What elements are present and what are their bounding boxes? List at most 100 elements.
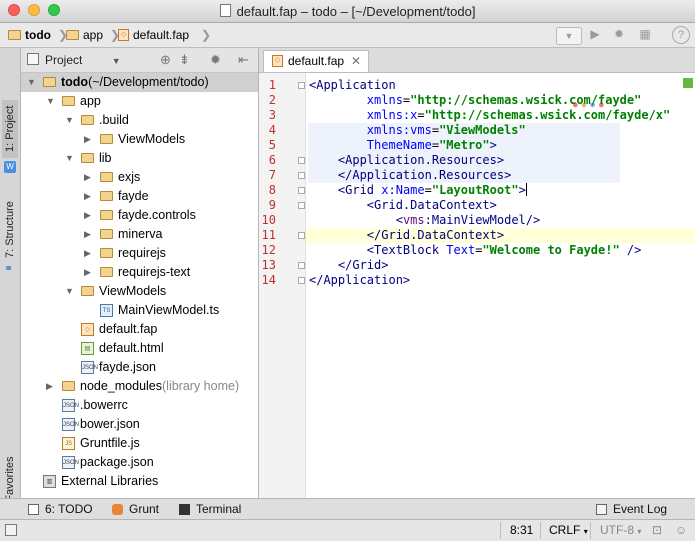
help-icon[interactable]: ? bbox=[672, 26, 690, 44]
tree-folder-row[interactable]: ▶ requirejs-text bbox=[21, 263, 258, 282]
code-line[interactable]: <vms:MainViewModel/> bbox=[309, 213, 541, 227]
browser-firefox-icon[interactable]: ● bbox=[581, 99, 588, 111]
inspector-icon[interactable]: ☺ bbox=[675, 523, 687, 537]
tree-folder-row[interactable]: ▶ requirejs bbox=[21, 244, 258, 263]
browser-chrome-icon[interactable]: ● bbox=[572, 99, 579, 111]
tree-folder-row[interactable]: ▶ minerva bbox=[21, 225, 258, 244]
tool-todo[interactable]: 6: TODO bbox=[28, 502, 93, 516]
close-icon[interactable]: ✕ bbox=[351, 51, 361, 71]
collapsed-arrow-icon[interactable]: ▶ bbox=[84, 263, 91, 282]
tree-file-row[interactable]: JSON fayde.json bbox=[21, 358, 258, 377]
tree-item-name: node_modules bbox=[80, 379, 163, 393]
tree-item-name: fayde bbox=[118, 189, 149, 203]
collapsed-arrow-icon[interactable]: ▶ bbox=[84, 244, 91, 263]
breadcrumb-todo[interactable]: todo bbox=[8, 28, 51, 42]
code-line[interactable]: <TextBlock Text="Welcome to Fayde!" /> bbox=[309, 243, 642, 257]
code-line[interactable]: <Application.Resources> bbox=[309, 153, 504, 167]
collapse-all-icon[interactable]: ⇟ bbox=[179, 52, 190, 68]
coverage-icon[interactable]: ▦ bbox=[638, 27, 652, 43]
collapsed-arrow-icon[interactable]: ▶ bbox=[46, 377, 53, 396]
collapsed-arrow-icon[interactable]: ▶ bbox=[84, 168, 91, 187]
expanded-arrow-icon[interactable]: ▼ bbox=[27, 73, 36, 92]
code-line[interactable]: xmlns:vms="ViewModels" bbox=[309, 123, 526, 137]
project-panel: Project ▼ ⊕ ⇟ ✹ ⇤ ▼ todo(~/Development/to… bbox=[21, 48, 259, 498]
tree-file-row[interactable]: JSON bower.json bbox=[21, 415, 258, 434]
tree-item-name: ViewModels bbox=[118, 132, 186, 146]
collapsed-arrow-icon[interactable]: ▶ bbox=[84, 206, 91, 225]
scroll-from-source-icon[interactable]: ⊕ bbox=[160, 52, 171, 68]
code-line[interactable]: <Grid.DataContext> bbox=[309, 198, 497, 212]
line-separator-label: CRLF bbox=[549, 523, 581, 537]
project-view-icon bbox=[27, 53, 39, 65]
caret-position[interactable]: 8:31 bbox=[510, 523, 533, 537]
tree-file-row[interactable]: JS Gruntfile.js bbox=[21, 434, 258, 453]
code-line[interactable]: <Application bbox=[309, 78, 396, 92]
expanded-arrow-icon[interactable]: ▼ bbox=[65, 282, 74, 301]
code-line[interactable]: <Grid x:Name="LayoutRoot"> bbox=[309, 183, 527, 197]
tool-grunt[interactable]: Grunt bbox=[112, 502, 159, 516]
breadcrumb-app[interactable]: app bbox=[66, 28, 103, 42]
collapsed-arrow-icon[interactable]: ▶ bbox=[84, 225, 91, 244]
toggle-tool-windows-icon[interactable] bbox=[5, 524, 17, 536]
tree-folder-row[interactable]: ▼ app bbox=[21, 92, 258, 111]
tree-folder-row[interactable]: ▶ fayde.controls bbox=[21, 206, 258, 225]
folder-icon bbox=[100, 191, 113, 201]
tab-structure[interactable]: 7: Structure bbox=[2, 191, 18, 269]
tree-file-row[interactable]: ◇ default.fap bbox=[21, 320, 258, 339]
expanded-arrow-icon[interactable]: ▼ bbox=[65, 149, 74, 168]
inspection-status-icon[interactable] bbox=[683, 78, 693, 88]
collapsed-arrow-icon[interactable]: ▶ bbox=[84, 130, 91, 149]
tool-terminal-label: Terminal bbox=[196, 502, 242, 516]
run-config-dropdown[interactable]: ▼ bbox=[556, 27, 582, 45]
tree-file-row[interactable]: ▤ default.html bbox=[21, 339, 258, 358]
tree-item-label: .bowerrc bbox=[80, 396, 128, 415]
tree-file-row[interactable]: ▥ External Libraries bbox=[21, 472, 258, 491]
tree-folder-row[interactable]: ▼ .build bbox=[21, 111, 258, 130]
tool-terminal[interactable]: Terminal bbox=[179, 502, 241, 516]
gear-icon[interactable]: ✹ bbox=[210, 52, 221, 68]
code-token: = bbox=[431, 123, 440, 137]
tree-item-label: minerva bbox=[118, 225, 162, 244]
browser-icons[interactable]: ● ● ● ● bbox=[572, 99, 605, 111]
line-separator[interactable]: CRLF ▾ bbox=[549, 523, 588, 537]
expanded-arrow-icon[interactable]: ▼ bbox=[65, 111, 74, 130]
project-view-selector[interactable]: Project ▼ bbox=[45, 53, 121, 67]
tree-item-name: default.html bbox=[99, 341, 164, 355]
tree-file-row[interactable]: JSON package.json bbox=[21, 453, 258, 472]
code-area[interactable]: <Application xmlns="http://schemas.wsick… bbox=[259, 73, 695, 498]
code-line[interactable]: xmlns:x="http://schemas.wsick.com/fayde/… bbox=[309, 108, 670, 122]
collapsed-arrow-icon[interactable]: ▶ bbox=[84, 187, 91, 206]
debug-icon[interactable]: ✹ bbox=[612, 27, 626, 43]
tree-file-row[interactable]: TS MainViewModel.ts bbox=[21, 301, 258, 320]
tree-folder-row[interactable]: ▶ node_modules(library home) bbox=[21, 377, 258, 396]
tree-folder-row[interactable]: ▶ exjs bbox=[21, 168, 258, 187]
tool-event-log[interactable]: Event Log bbox=[596, 502, 667, 516]
expanded-arrow-icon[interactable]: ▼ bbox=[46, 92, 55, 111]
breadcrumb-label: todo bbox=[25, 28, 51, 42]
code-line[interactable]: </Grid> bbox=[309, 258, 389, 272]
editor-tab-default-fap[interactable]: ◇ default.fap ✕ bbox=[263, 50, 369, 72]
tree-folder-row[interactable]: ▶ fayde bbox=[21, 187, 258, 206]
tree-folder-row[interactable]: ▼ todo(~/Development/todo) bbox=[21, 73, 258, 92]
code-line[interactable]: </Grid.DataContext> bbox=[309, 228, 504, 242]
breadcrumb-default-fap[interactable]: ◇ default.fap bbox=[118, 28, 189, 42]
hide-panel-icon[interactable]: ⇤ bbox=[238, 52, 249, 68]
breadcrumb-label: app bbox=[83, 28, 104, 42]
tree-folder-row[interactable]: ▼ lib bbox=[21, 149, 258, 168]
run-icon[interactable]: ▶ bbox=[588, 27, 602, 43]
browser-opera-icon[interactable]: ● bbox=[598, 99, 605, 111]
code-token: > bbox=[489, 138, 497, 152]
tab-project[interactable]: 1: Project bbox=[2, 100, 18, 158]
file-encoding[interactable]: UTF-8 ▾ bbox=[600, 523, 641, 537]
tree-folder-row[interactable]: ▶ ViewModels bbox=[21, 130, 258, 149]
browser-safari-icon[interactable]: ● bbox=[589, 99, 596, 111]
code-line[interactable]: ThemeName="Metro"> bbox=[309, 138, 497, 152]
tree-file-row[interactable]: JSON .bowerrc bbox=[21, 396, 258, 415]
code-line[interactable]: </Application.Resources> bbox=[309, 168, 511, 182]
lock-icon[interactable]: ⊡ bbox=[652, 523, 662, 537]
tree-folder-row[interactable]: ▼ ViewModels bbox=[21, 282, 258, 301]
code-line[interactable]: </Application> bbox=[309, 273, 410, 287]
